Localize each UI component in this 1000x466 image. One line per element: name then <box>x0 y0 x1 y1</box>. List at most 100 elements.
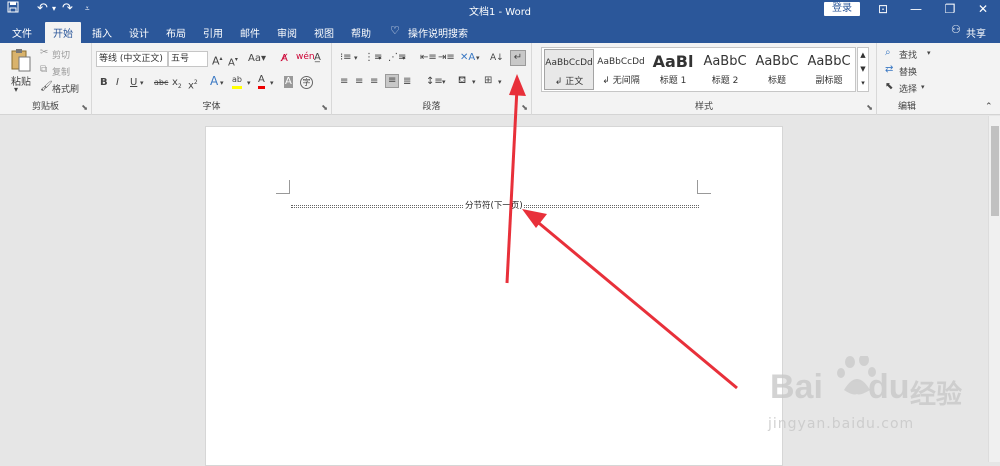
tab-help[interactable]: 帮助 <box>351 25 371 40</box>
font-color-dropdown-icon[interactable]: ▾ <box>270 77 274 89</box>
restore-icon[interactable]: ❐ <box>933 0 967 19</box>
chinese-layout-dropdown-icon[interactable]: ▾ <box>476 52 480 64</box>
underline-icon[interactable]: U <box>130 77 137 89</box>
format-painter-label[interactable]: 格式刷 <box>52 82 79 95</box>
chinese-layout-icon[interactable]: ✕A <box>460 52 475 64</box>
font-size-combo[interactable]: 五号 <box>168 51 208 67</box>
text-effects-icon[interactable]: A <box>210 75 218 87</box>
shrink-font-icon[interactable]: A▾ <box>228 54 238 69</box>
shading-icon[interactable]: ⛾ <box>458 75 466 87</box>
italic-icon[interactable]: I <box>116 77 119 89</box>
bullets-dropdown-icon[interactable]: ▾ <box>354 52 358 64</box>
cut-label[interactable]: 剪切 <box>52 48 70 61</box>
replace-icon[interactable]: ⇄ <box>885 64 893 76</box>
style-name: 标题 <box>767 76 786 86</box>
highlight-icon[interactable]: ab <box>232 74 242 89</box>
show-formatting-marks-icon[interactable]: ↵ <box>510 50 526 66</box>
borders-dropdown-icon[interactable]: ▾ <box>498 76 502 88</box>
numbering-dropdown-icon[interactable]: ▾ <box>378 52 382 64</box>
paste-icon[interactable] <box>10 48 32 76</box>
replace-label[interactable]: 替换 <box>899 65 917 78</box>
change-case-icon[interactable]: Aa▾ <box>248 53 266 65</box>
tab-references[interactable]: 引用 <box>203 25 223 40</box>
align-center-icon[interactable]: ≡ <box>355 76 363 88</box>
select-label[interactable]: 选择 <box>899 82 917 95</box>
align-right-icon[interactable]: ≡ <box>370 76 378 88</box>
tab-view[interactable]: 视图 <box>314 25 334 40</box>
close-icon[interactable]: ✕ <box>966 0 1000 19</box>
style-name-text: 无间隔 <box>612 76 640 86</box>
login-button[interactable]: 登录 <box>824 2 860 16</box>
strikethrough-icon[interactable]: abc <box>154 77 168 89</box>
tab-file[interactable]: 文件 <box>12 25 32 40</box>
tab-mailings[interactable]: 邮件 <box>240 25 260 40</box>
decrease-indent-icon[interactable]: ⇤≡ <box>420 52 437 64</box>
style-no-spacing[interactable]: AaBbCcDd ↲ 无间隔 <box>596 49 646 90</box>
find-icon[interactable]: ⌕ <box>885 47 891 59</box>
clear-formatting-icon[interactable]: A̸ <box>281 53 288 65</box>
enclosed-character-icon[interactable]: 字 <box>300 76 313 89</box>
styles-launcher-icon[interactable]: ⬊ <box>866 103 873 112</box>
multilevel-dropdown-icon[interactable]: ▾ <box>402 52 406 64</box>
more-styles-icon[interactable]: ▾ <box>858 76 868 90</box>
tab-review[interactable]: 审阅 <box>277 25 297 40</box>
paragraph-launcher-icon[interactable]: ⬊ <box>521 103 528 112</box>
shading-dropdown-icon[interactable]: ▾ <box>472 76 476 88</box>
select-dropdown-icon[interactable]: ▾ <box>921 81 925 93</box>
scrollbar-thumb[interactable] <box>991 126 999 216</box>
copy-label[interactable]: 复制 <box>52 65 70 78</box>
tab-design[interactable]: 设计 <box>129 25 149 40</box>
select-icon[interactable]: ⬉ <box>885 81 893 93</box>
style-heading-1[interactable]: AaBl 标题 1 <box>648 49 698 90</box>
enclose-characters-icon[interactable]: A̲ <box>314 52 321 64</box>
vertical-scrollbar[interactable] <box>988 116 1000 462</box>
style-preview: AaBbCcDd <box>545 58 593 68</box>
style-normal[interactable]: AaBbCcDd ↲ 正文 <box>544 49 594 90</box>
tab-layout[interactable]: 布局 <box>166 25 186 40</box>
find-dropdown-icon[interactable]: ▾ <box>927 47 931 59</box>
collapse-ribbon-icon[interactable]: ⌃ <box>985 101 993 113</box>
styles-gallery: AaBbCcDd ↲ 正文 AaBbCcDd ↲ 无间隔 AaBl 标题 1 A… <box>541 47 856 92</box>
tab-home[interactable]: 开始 <box>45 22 81 43</box>
font-launcher-icon[interactable]: ⬊ <box>321 103 328 112</box>
cut-icon[interactable]: ✂ <box>40 47 48 59</box>
align-left-icon[interactable]: ≡ <box>340 76 348 88</box>
clipboard-launcher-icon[interactable]: ⬊ <box>81 103 88 112</box>
borders-icon[interactable]: ⊞ <box>484 75 492 87</box>
find-label[interactable]: 查找 <box>899 48 917 61</box>
minimize-icon[interactable]: — <box>899 0 933 19</box>
scroll-down-icon[interactable]: ▼ <box>858 62 868 76</box>
document-page[interactable]: 分节符(下一页) <box>205 126 783 466</box>
style-title[interactable]: AaBbC 标题 <box>752 49 802 90</box>
phonetic-guide-icon[interactable]: wén <box>296 51 315 63</box>
character-shading-icon[interactable]: A <box>284 76 293 88</box>
text-effects-dropdown-icon[interactable]: ▾ <box>220 77 224 89</box>
paste-dropdown-icon[interactable]: ▾ <box>14 85 18 94</box>
bullets-icon[interactable]: ⁝≡ <box>340 52 352 64</box>
grow-font-icon[interactable]: A▴ <box>212 53 223 68</box>
style-heading-2[interactable]: AaBbC 标题 2 <box>700 49 750 90</box>
superscript-icon[interactable]: x2 <box>188 77 198 92</box>
distributed-icon[interactable]: ≣ <box>403 76 411 88</box>
scroll-up-icon[interactable]: ▲ <box>858 48 868 62</box>
line-spacing-dropdown-icon[interactable]: ▾ <box>442 76 446 88</box>
copy-icon[interactable]: ⧉ <box>40 64 47 76</box>
style-name-text: 正文 <box>565 77 584 87</box>
tab-insert[interactable]: 插入 <box>92 25 112 40</box>
format-painter-icon[interactable]: 🖌 <box>40 81 53 93</box>
font-name-combo[interactable]: 等线 (中文正文) <box>96 51 168 67</box>
sort-icon[interactable]: A↓ <box>490 52 504 64</box>
ribbon-display-icon[interactable]: ⊡ <box>866 0 900 19</box>
highlight-dropdown-icon[interactable]: ▾ <box>247 77 251 89</box>
justify-icon[interactable]: ≡ <box>385 74 400 88</box>
share-button[interactable]: 共享 <box>966 25 986 40</box>
styles-scroll[interactable]: ▲ ▼ ▾ <box>857 47 869 92</box>
font-color-icon[interactable]: A <box>258 74 265 89</box>
style-subtitle[interactable]: AaBbC 副标题 <box>804 49 854 90</box>
bold-icon[interactable]: B <box>100 77 108 89</box>
underline-dropdown-icon[interactable]: ▾ <box>140 77 144 89</box>
subscript-icon[interactable]: x2 <box>172 77 182 93</box>
tell-me-search[interactable]: 操作说明搜索 <box>408 25 468 40</box>
line-spacing-icon[interactable]: ↕≡ <box>426 76 443 88</box>
increase-indent-icon[interactable]: ⇥≡ <box>438 52 455 64</box>
